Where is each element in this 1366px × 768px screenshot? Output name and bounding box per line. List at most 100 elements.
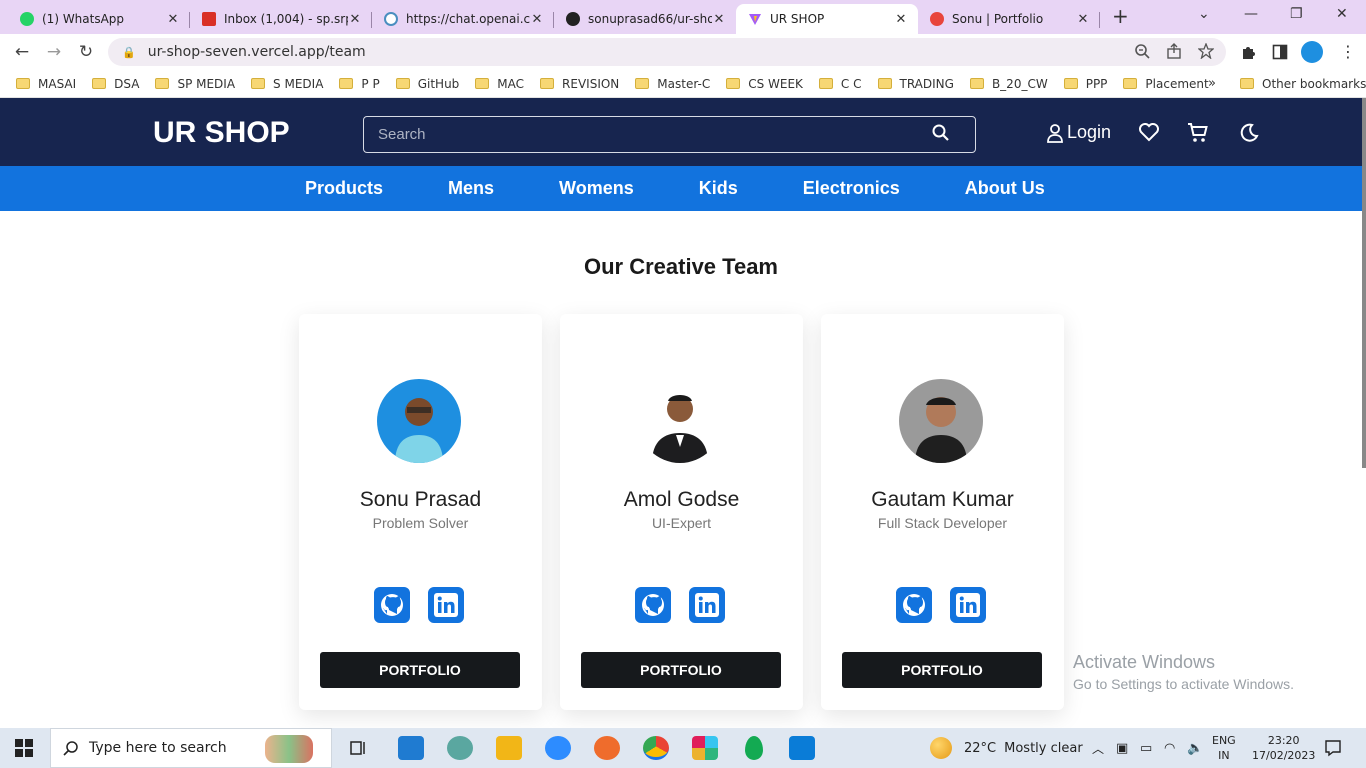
url-bar[interactable]: 🔒 ur-shop-seven.vercel.app/team bbox=[108, 38, 1226, 66]
more-bookmarks-icon[interactable]: » bbox=[1208, 76, 1216, 91]
github-link[interactable] bbox=[374, 587, 410, 623]
bookmark-folder[interactable]: REVISION bbox=[540, 77, 619, 91]
zoom-icon[interactable] bbox=[1134, 43, 1150, 59]
folder-icon bbox=[969, 78, 984, 89]
cart-icon[interactable] bbox=[1187, 122, 1209, 144]
taskbar-search[interactable]: Type here to search bbox=[50, 728, 332, 768]
user-icon bbox=[1047, 123, 1063, 143]
battery-icon[interactable]: ▭ bbox=[1140, 728, 1152, 768]
site-search-input[interactable] bbox=[378, 126, 918, 143]
vscode-app-icon[interactable] bbox=[789, 736, 815, 760]
browser-tab[interactable]: Sonu | Portfolio ✕ bbox=[918, 4, 1100, 34]
bookmark-folder[interactable]: MASAI bbox=[16, 77, 76, 91]
restore-icon[interactable]: ❐ bbox=[1290, 6, 1303, 22]
reload-icon[interactable]: ↻ bbox=[70, 42, 102, 62]
nav-womens[interactable]: Womens bbox=[559, 178, 634, 199]
profile-avatar[interactable] bbox=[1301, 41, 1323, 63]
wishlist-heart-icon[interactable] bbox=[1138, 122, 1160, 142]
bookmark-folder[interactable]: TRADING bbox=[877, 77, 954, 91]
bookmark-folder[interactable]: C C bbox=[818, 77, 862, 91]
forward-icon[interactable]: → bbox=[38, 42, 70, 62]
bookmark-folder[interactable]: PPP bbox=[1063, 77, 1107, 91]
portfolio-button[interactable]: PORTFOLIO bbox=[842, 652, 1042, 688]
notifications-icon[interactable] bbox=[1324, 739, 1342, 757]
browser-tab[interactable]: (1) WhatsApp ✕ bbox=[8, 4, 190, 34]
meet-now-icon[interactable]: ▣ bbox=[1116, 728, 1128, 768]
watermark-subtitle: Go to Settings to activate Windows. bbox=[1073, 676, 1294, 692]
wifi-icon[interactable]: ◠ bbox=[1164, 728, 1175, 768]
mongodb-app-icon[interactable] bbox=[745, 736, 763, 760]
search-icon[interactable] bbox=[931, 123, 951, 143]
side-panel-icon[interactable] bbox=[1272, 44, 1288, 60]
bookmark-folder[interactable]: B_20_CW bbox=[969, 77, 1048, 91]
clock[interactable]: 23:20 17/02/2023 bbox=[1252, 728, 1315, 768]
browser-tab-active[interactable]: UR SHOP ✕ bbox=[736, 4, 918, 34]
other-bookmarks[interactable]: Other bookmarks bbox=[1240, 77, 1366, 91]
browser-tab[interactable]: https://chat.openai.co ✕ bbox=[372, 4, 554, 34]
file-explorer-icon[interactable] bbox=[496, 736, 522, 760]
volume-icon[interactable]: 🔈 bbox=[1187, 728, 1203, 768]
zoom-app-icon[interactable] bbox=[545, 736, 571, 760]
windows-start-icon[interactable] bbox=[15, 739, 33, 757]
nav-kids[interactable]: Kids bbox=[699, 178, 738, 199]
bookmark-folder[interactable]: S MEDIA bbox=[251, 77, 323, 91]
mail-app-icon[interactable] bbox=[398, 736, 424, 760]
portfolio-button[interactable]: PORTFOLIO bbox=[581, 652, 781, 688]
minimize-icon[interactable]: — bbox=[1244, 6, 1258, 22]
bookmark-folder[interactable]: GitHub bbox=[395, 77, 459, 91]
nav-products[interactable]: Products bbox=[305, 178, 383, 199]
weather-widget[interactable]: 22°C Mostly clear bbox=[930, 728, 1083, 768]
bookmark-folder[interactable]: P P bbox=[339, 77, 380, 91]
tab-title: sonuprasad66/ur-shop bbox=[588, 12, 712, 26]
menu-kebab-icon[interactable]: ⋮ bbox=[1340, 42, 1356, 61]
github-link[interactable] bbox=[635, 587, 671, 623]
linkedin-link[interactable] bbox=[950, 587, 986, 623]
dark-mode-icon[interactable] bbox=[1237, 122, 1259, 144]
nav-mens[interactable]: Mens bbox=[448, 178, 494, 199]
nav-electronics[interactable]: Electronics bbox=[803, 178, 900, 199]
linkedin-link[interactable] bbox=[428, 587, 464, 623]
avatar bbox=[638, 379, 722, 463]
tab-search-icon[interactable]: ⌄ bbox=[1198, 6, 1210, 22]
share-icon[interactable] bbox=[1166, 43, 1182, 59]
close-icon[interactable]: ✕ bbox=[1076, 12, 1090, 27]
bookmark-folder[interactable]: Master-C bbox=[635, 77, 710, 91]
nav-about-us[interactable]: About Us bbox=[965, 178, 1045, 199]
task-view-icon[interactable] bbox=[350, 739, 368, 757]
search-icon bbox=[63, 741, 78, 756]
linkedin-link[interactable] bbox=[689, 587, 725, 623]
bookmark-folder[interactable]: DSA bbox=[92, 77, 139, 91]
bookmark-folder[interactable]: Placement bbox=[1123, 77, 1209, 91]
bookmark-folder[interactable]: MAC bbox=[475, 77, 524, 91]
bookmark-folder[interactable]: CS WEEK bbox=[726, 77, 803, 91]
slack-app-icon[interactable] bbox=[692, 736, 718, 760]
extensions-icon[interactable] bbox=[1240, 44, 1256, 60]
close-icon[interactable]: ✕ bbox=[894, 12, 908, 27]
postman-app-icon[interactable] bbox=[594, 736, 620, 760]
tab-title: https://chat.openai.co bbox=[406, 12, 530, 26]
bookmark-star-icon[interactable] bbox=[1198, 43, 1214, 59]
new-tab-icon[interactable]: + bbox=[1112, 4, 1129, 28]
lock-icon[interactable]: 🔒 bbox=[122, 46, 136, 59]
search-highlight-icon bbox=[265, 735, 313, 763]
window-close-icon[interactable]: ✕ bbox=[1336, 6, 1348, 22]
browser-tab[interactable]: Inbox (1,004) - sp.srp1 ✕ bbox=[190, 4, 372, 34]
close-icon[interactable]: ✕ bbox=[348, 12, 362, 27]
close-icon[interactable]: ✕ bbox=[712, 12, 726, 27]
login-button[interactable]: Login bbox=[1046, 122, 1111, 143]
portfolio-button[interactable]: PORTFOLIO bbox=[320, 652, 520, 688]
chrome-app-icon[interactable] bbox=[643, 736, 669, 760]
language-indicator[interactable]: ENG IN bbox=[1212, 728, 1236, 768]
bookmark-folder[interactable]: SP MEDIA bbox=[155, 77, 235, 91]
folder-icon bbox=[1123, 78, 1138, 89]
chevron-up-icon[interactable]: ︿ bbox=[1092, 728, 1104, 768]
site-logo[interactable]: UR SHOP bbox=[153, 116, 290, 150]
edge-browser-icon[interactable] bbox=[447, 736, 473, 760]
github-link[interactable] bbox=[896, 587, 932, 623]
close-icon[interactable]: ✕ bbox=[166, 12, 180, 27]
site-search-box[interactable] bbox=[363, 116, 976, 153]
page-scrollbar[interactable] bbox=[1362, 98, 1366, 468]
back-icon[interactable]: ← bbox=[6, 42, 38, 62]
close-icon[interactable]: ✕ bbox=[530, 12, 544, 27]
browser-tab[interactable]: sonuprasad66/ur-shop ✕ bbox=[554, 4, 736, 34]
